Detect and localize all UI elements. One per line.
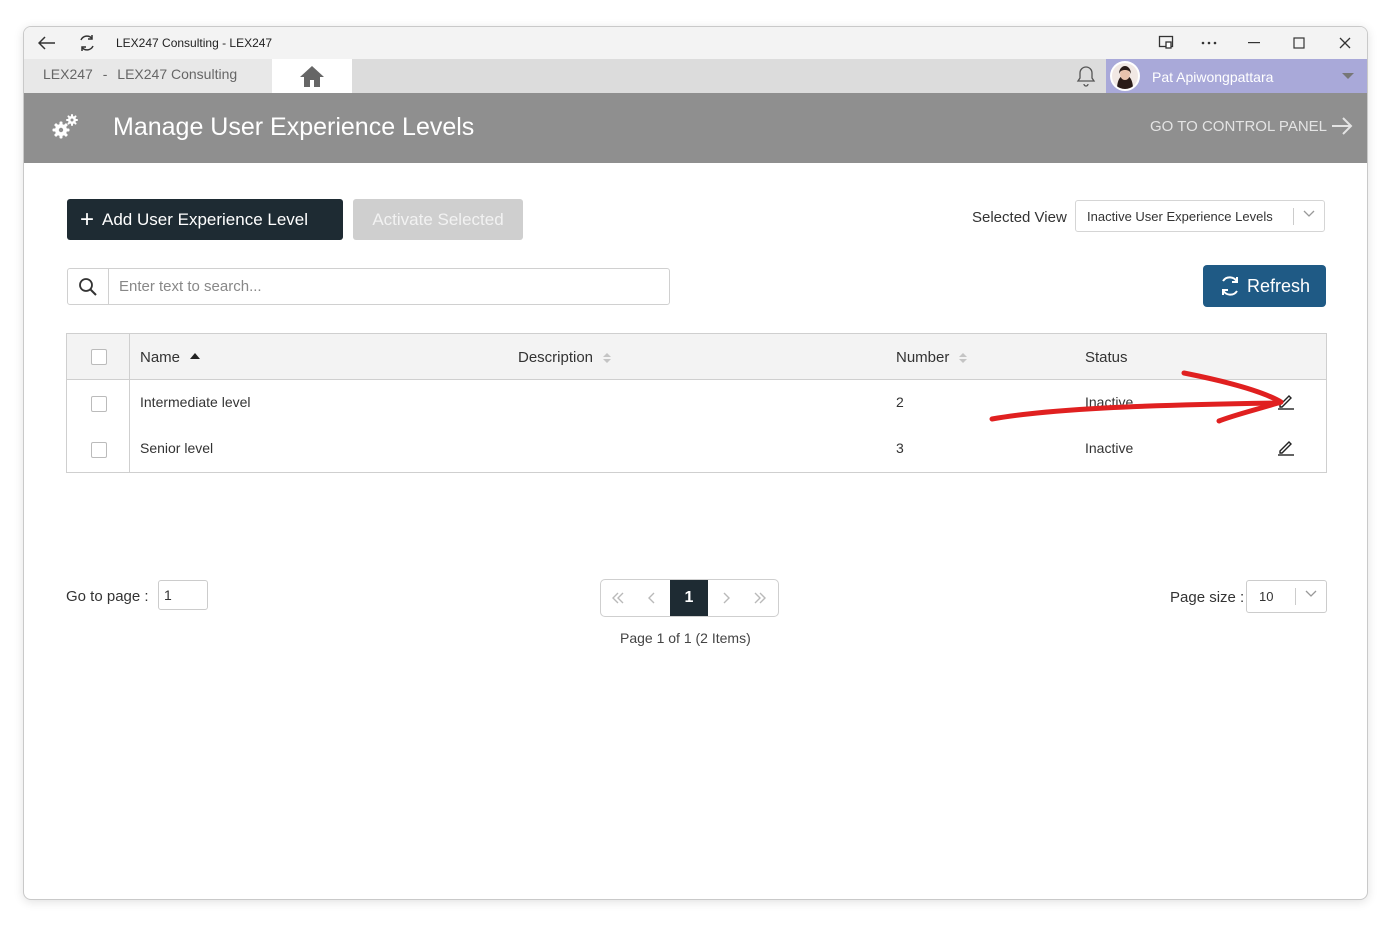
browser-window: LEX247 Consulting - LEX247 LEX247 - LEX2… (23, 26, 1368, 900)
app-nav-bar: LEX247 - LEX247 Consulting Pat Apiwongpa… (24, 59, 1367, 93)
search-box (67, 268, 670, 305)
last-page-icon[interactable] (743, 580, 777, 616)
title-bar: LEX247 Consulting - LEX247 (24, 27, 1367, 59)
chevron-down-icon (1303, 207, 1315, 221)
selected-view-value: Inactive User Experience Levels (1087, 209, 1273, 224)
close-icon[interactable] (1334, 32, 1356, 54)
maximize-icon[interactable] (1288, 32, 1310, 54)
home-icon (300, 66, 324, 87)
page-header: Manage User Experience Levels GO TO CONT… (24, 93, 1367, 163)
row-checkbox[interactable] (91, 396, 107, 412)
previous-page-icon[interactable] (635, 580, 669, 616)
chevron-down-icon[interactable] (1342, 73, 1354, 79)
cell-number: 2 (896, 394, 904, 410)
selected-view-label: Selected View (972, 209, 1067, 226)
go-to-page-label: Go to page : (66, 588, 149, 605)
table-row: Intermediate level 2 Inactive (67, 380, 1326, 426)
cell-name: Intermediate level (140, 394, 251, 410)
activate-selected-button[interactable]: Activate Selected (353, 199, 523, 240)
column-header-status: Status (1085, 349, 1128, 366)
page-size-label: Page size : (1170, 589, 1245, 606)
column-header-number[interactable]: Number (896, 349, 968, 366)
sort-icon (959, 352, 968, 363)
cell-number: 3 (896, 440, 904, 456)
cell-status: Inactive (1085, 440, 1134, 456)
page-button-current[interactable]: 1 (670, 580, 708, 616)
table-header: Name Description Number Status (67, 334, 1326, 380)
avatar (1110, 61, 1140, 91)
back-arrow-icon[interactable] (36, 32, 58, 54)
minimize-icon[interactable] (1243, 32, 1265, 54)
refresh-icon (1221, 276, 1238, 296)
edit-pencil-icon[interactable] (1276, 437, 1296, 457)
column-header-name[interactable]: Name (140, 349, 201, 366)
page-size-value: 10 (1259, 589, 1274, 604)
add-user-experience-level-button[interactable]: + Add User Experience Level (67, 199, 343, 240)
cast-icon[interactable] (1155, 32, 1177, 54)
edit-pencil-icon[interactable] (1276, 391, 1296, 411)
search-input[interactable] (111, 270, 661, 303)
select-all-checkbox[interactable] (91, 349, 107, 365)
control-panel-label: GO TO CONTROL PANEL (1150, 117, 1327, 135)
go-to-control-panel-link[interactable]: GO TO CONTROL PANEL (1150, 117, 1353, 135)
gears-icon (52, 114, 78, 139)
pagination: 1 (600, 579, 779, 617)
sort-ascending-icon (190, 352, 201, 359)
reload-icon[interactable] (76, 32, 98, 54)
window-title: LEX247 Consulting - LEX247 (116, 36, 273, 50)
search-icon[interactable] (68, 269, 109, 304)
next-page-icon[interactable] (709, 580, 743, 616)
notification-bell-icon[interactable] (1074, 64, 1098, 88)
page-title: Manage User Experience Levels (113, 113, 475, 141)
page-size-dropdown[interactable]: 10 (1246, 580, 1327, 613)
chevron-down-icon (1305, 587, 1317, 601)
column-header-description[interactable]: Description (518, 349, 612, 366)
breadcrumb-separator: - (102, 66, 108, 82)
row-checkbox[interactable] (91, 442, 107, 458)
page-info: Page 1 of 1 (2 Items) (620, 630, 751, 646)
breadcrumb-org[interactable]: LEX247 (43, 66, 93, 82)
breadcrumb-company[interactable]: LEX247 Consulting (117, 66, 237, 82)
user-name: Pat Apiwongpattara (1152, 69, 1274, 85)
add-button-label: Add User Experience Level (102, 209, 309, 229)
arrow-right-icon (1332, 117, 1353, 135)
refresh-button[interactable]: Refresh (1203, 265, 1326, 307)
cell-name: Senior level (140, 440, 214, 456)
experience-levels-table: Name Description Number Status Intermedi… (66, 333, 1327, 473)
table-row: Senior level 3 Inactive (67, 426, 1326, 472)
go-to-page-input[interactable]: 1 (158, 580, 208, 610)
more-options-icon[interactable] (1198, 32, 1220, 54)
cell-status: Inactive (1085, 394, 1134, 410)
first-page-icon[interactable] (601, 580, 635, 616)
selected-view-dropdown[interactable]: Inactive User Experience Levels (1075, 200, 1325, 232)
user-menu[interactable]: Pat Apiwongpattara (1106, 59, 1367, 93)
sort-icon (603, 352, 612, 363)
plus-icon: + (80, 205, 95, 233)
home-button[interactable] (272, 59, 352, 93)
refresh-label: Refresh (1246, 275, 1311, 296)
breadcrumb: LEX247 - LEX247 Consulting (24, 59, 272, 93)
